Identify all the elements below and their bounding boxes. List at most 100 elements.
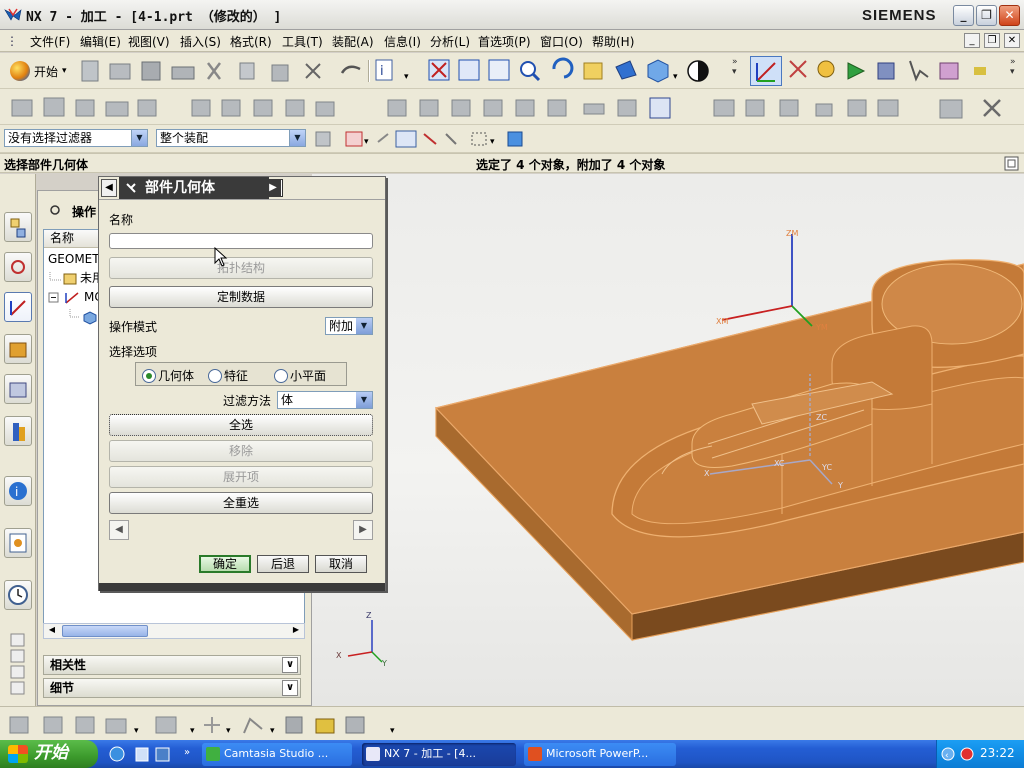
- constraint-navigator-tab[interactable]: [4, 252, 32, 282]
- graphics-window[interactable]: ZC XC YC X Y ZM XM YM Z X Y: [312, 174, 1024, 706]
- selection-tools-icons[interactable]: ▾ ▾: [312, 128, 542, 150]
- name-label: 名称: [109, 213, 134, 227]
- name-field[interactable]: [109, 233, 373, 249]
- menu-tools[interactable]: 工具(T): [282, 33, 323, 50]
- menu-analysis[interactable]: 分析(L): [430, 33, 470, 50]
- navigator-pin-icon[interactable]: [48, 203, 62, 217]
- machine-tool-navigator-tab[interactable]: [4, 334, 32, 364]
- clock-icon: [8, 585, 28, 605]
- filter-method-select[interactable]: 体 ▼: [277, 391, 373, 409]
- previous-arrow-icon[interactable]: ◀: [109, 520, 129, 540]
- restore-button[interactable]: ❐: [976, 5, 997, 26]
- menu-insert[interactable]: 插入(S): [180, 33, 221, 50]
- window-title: NX 7 - 加工 - [4-1.prt （修改的） ]: [26, 10, 282, 25]
- selection-bar: 没有选择过滤器 ▼ 整个装配 ▼ ▾ ▾: [0, 125, 1024, 153]
- view-toolbar-icons[interactable]: ▾: [426, 57, 746, 85]
- close-button[interactable]: ✕: [999, 5, 1020, 26]
- quick-launch-icons[interactable]: »: [108, 745, 198, 763]
- zc-label: ZC: [816, 413, 827, 422]
- topology-button[interactable]: 拓扑结构: [109, 257, 373, 279]
- menu-edit[interactable]: 编辑(E): [80, 33, 121, 50]
- operation-navigator-tab[interactable]: [4, 292, 32, 322]
- doc-minimize-button[interactable]: _: [964, 33, 980, 48]
- menu-information[interactable]: 信息(I): [384, 33, 421, 50]
- analysis-toolbar-icons[interactable]: [786, 57, 986, 85]
- svg-text:▾: ▾: [673, 72, 678, 82]
- bottom-toolbar-icons[interactable]: ▾ ▾ ▾ ▾ ▾: [6, 713, 406, 737]
- maximize-graphics-icon[interactable]: [1004, 156, 1020, 172]
- custom-data-button[interactable]: 定制数据: [109, 286, 373, 308]
- unused-folder-icon: [49, 272, 77, 285]
- menu-format[interactable]: 格式(R): [230, 33, 272, 50]
- manufacturing-icons[interactable]: [8, 94, 1008, 120]
- next-arrow-icon[interactable]: ▶: [353, 520, 373, 540]
- remove-button[interactable]: 移除: [109, 440, 373, 462]
- doc-restore-button[interactable]: ❐: [984, 33, 1000, 48]
- navigator-hscrollbar[interactable]: ◀ ▶: [43, 623, 305, 639]
- assembly-navigator-tab[interactable]: [4, 212, 32, 242]
- select-all-button[interactable]: 全选: [109, 414, 373, 436]
- task-powerpoint[interactable]: Microsoft PowerP...: [524, 743, 676, 766]
- ok-button[interactable]: 确定: [199, 555, 251, 573]
- type-filter-select[interactable]: 没有选择过滤器 ▼: [4, 129, 148, 147]
- nx-logo-icon: [4, 8, 22, 21]
- dialog-expand-right-icon[interactable]: ▶: [265, 179, 281, 197]
- menu-assembly[interactable]: 装配(A): [332, 33, 374, 50]
- task-camtasia-label: Camtasia Studio ...: [224, 747, 329, 760]
- dialog-pin-icon[interactable]: [123, 180, 139, 196]
- radio-feature[interactable]: 特征: [208, 367, 248, 384]
- menu-file[interactable]: 文件(F): [30, 33, 70, 50]
- cue-line: 选择部件几何体 选定了 4 个对象，附加了 4 个对象: [0, 153, 1024, 173]
- menu-preferences[interactable]: 首选项(P): [478, 33, 531, 50]
- x-label: X: [336, 651, 342, 660]
- start-menu-button[interactable]: 开始 ▾: [10, 60, 67, 82]
- reselect-all-button[interactable]: 全重选: [109, 492, 373, 514]
- menu-help[interactable]: 帮助(H): [592, 33, 634, 50]
- zm-label: ZM: [786, 229, 798, 238]
- file-edit-icons: [81, 60, 361, 82]
- minimize-button[interactable]: _: [953, 5, 974, 26]
- resource-bar-scroll[interactable]: [10, 632, 26, 702]
- toolbar-overflow-icon[interactable]: » ▾: [732, 57, 738, 77]
- scroll-left-icon[interactable]: ◀: [45, 625, 59, 637]
- doc-close-button[interactable]: ✕: [1004, 33, 1020, 48]
- scroll-thumb[interactable]: [62, 625, 148, 637]
- task-camtasia[interactable]: Camtasia Studio ...: [202, 743, 352, 766]
- reuse-library-tab[interactable]: [4, 416, 32, 446]
- help-info-tab[interactable]: i: [4, 476, 32, 506]
- details-panel[interactable]: 细节 ∨: [43, 678, 301, 698]
- radio-facet[interactable]: 小平面: [274, 367, 326, 384]
- status-message: 选定了 4 个对象，附加了 4 个对象: [476, 158, 666, 172]
- task-nx[interactable]: NX 7 - 加工 - [4...: [362, 743, 516, 766]
- x-label-part: X: [704, 469, 710, 478]
- history-tab[interactable]: [4, 580, 32, 610]
- back-button[interactable]: 后退: [257, 555, 309, 573]
- dialog-title-bar[interactable]: 部件几何体 ✕: [119, 177, 283, 199]
- start-arrow-icon: ▾: [62, 66, 67, 76]
- scroll-right-icon[interactable]: ▶: [289, 625, 303, 637]
- information-dropdown-icon[interactable]: i ▾: [374, 57, 424, 85]
- svg-text:▾: ▾: [490, 137, 495, 147]
- menu-window[interactable]: 窗口(O): [540, 33, 583, 50]
- y-label-part: Y: [837, 481, 843, 490]
- selection-scope-select[interactable]: 整个装配 ▼: [156, 129, 306, 147]
- radio-geometry[interactable]: 几何体: [142, 367, 194, 384]
- operation-mode-value: 附加: [329, 319, 354, 333]
- toolbar-overflow-icon-2[interactable]: » ▾: [1010, 57, 1016, 77]
- expand-items-button[interactable]: 展开项: [109, 466, 373, 488]
- tray-icons[interactable]: ‹: [941, 746, 975, 762]
- windows-start-button[interactable]: 开始: [0, 740, 98, 768]
- cancel-button[interactable]: 取消: [315, 555, 367, 573]
- radio-facet-label: 小平面: [290, 369, 327, 383]
- resource-bar: i: [0, 174, 36, 706]
- task-powerpoint-label: Microsoft PowerP...: [546, 747, 649, 760]
- dependencies-panel[interactable]: 相关性 ∨: [43, 655, 301, 675]
- menu-view[interactable]: 视图(V): [128, 33, 170, 50]
- operation-mode-select[interactable]: 附加 ▼: [325, 317, 373, 335]
- dialog-collapse-left-icon[interactable]: ◀: [101, 179, 117, 197]
- wcs-toggle-button[interactable]: [750, 56, 782, 86]
- window-title-bar: NX 7 - 加工 - [4-1.prt （修改的） ] SIEMENS _ ❐…: [0, 0, 1024, 30]
- type-filter-value: 没有选择过滤器: [8, 131, 93, 145]
- part-navigator-tab[interactable]: [4, 374, 32, 404]
- web-browser-tab[interactable]: [4, 528, 32, 558]
